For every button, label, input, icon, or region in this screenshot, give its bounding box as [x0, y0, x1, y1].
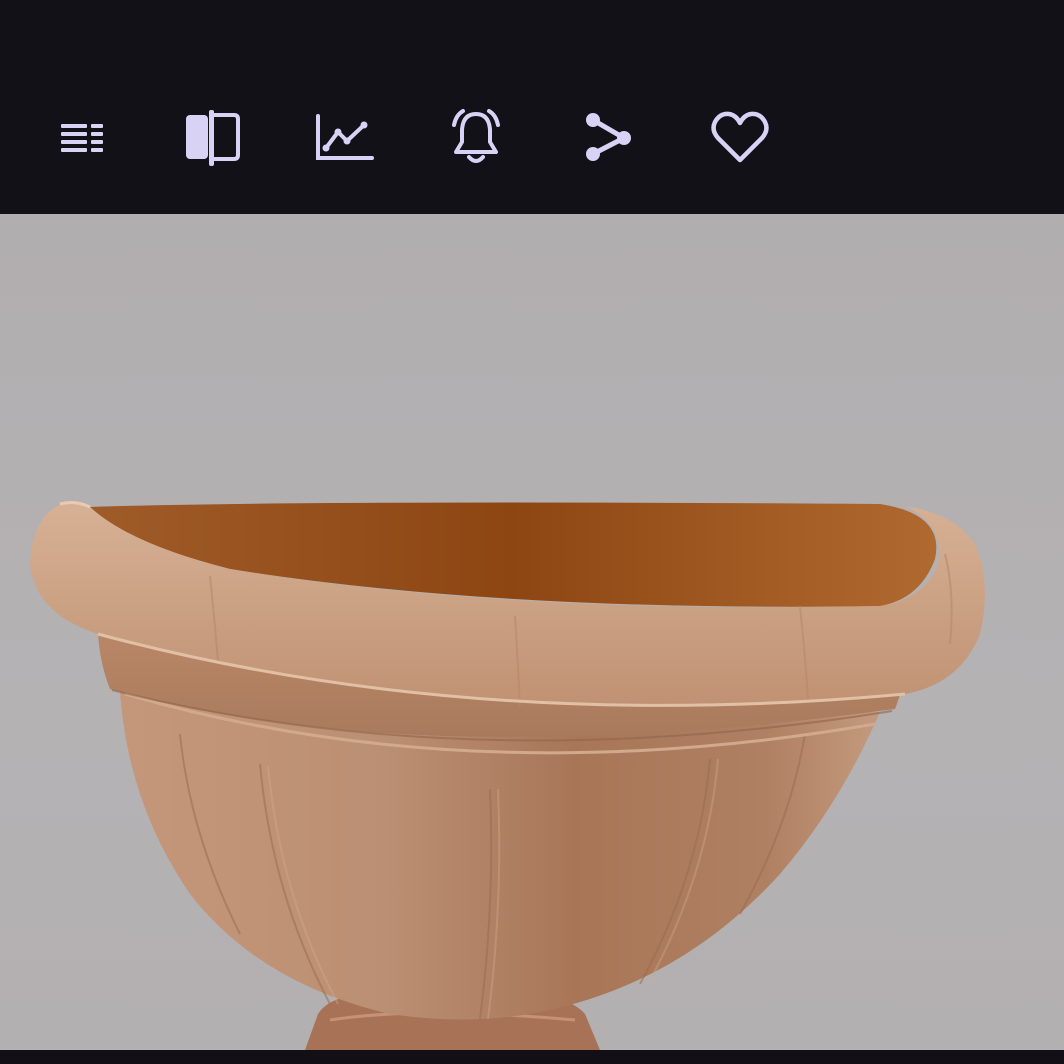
planter-image	[30, 501, 985, 1050]
compare-button[interactable]	[180, 106, 244, 170]
price-chart-button[interactable]	[312, 106, 376, 170]
list-icon	[59, 118, 105, 158]
product-image-viewer[interactable]: terracotta-half-round-wall-planter	[0, 214, 1064, 1050]
favorite-button[interactable]	[708, 106, 772, 170]
compare-icon	[182, 110, 242, 166]
bottom-strip	[0, 1050, 1064, 1064]
top-toolbar	[0, 0, 1064, 214]
chart-icon	[314, 113, 374, 163]
list-button[interactable]	[50, 106, 114, 170]
app-root: terracotta-half-round-wall-planter	[0, 0, 1064, 1064]
share-button[interactable]	[576, 106, 640, 170]
price-alert-button[interactable]	[444, 106, 508, 170]
share-icon	[580, 110, 636, 166]
heart-icon	[709, 110, 771, 166]
bell-icon	[446, 108, 506, 168]
